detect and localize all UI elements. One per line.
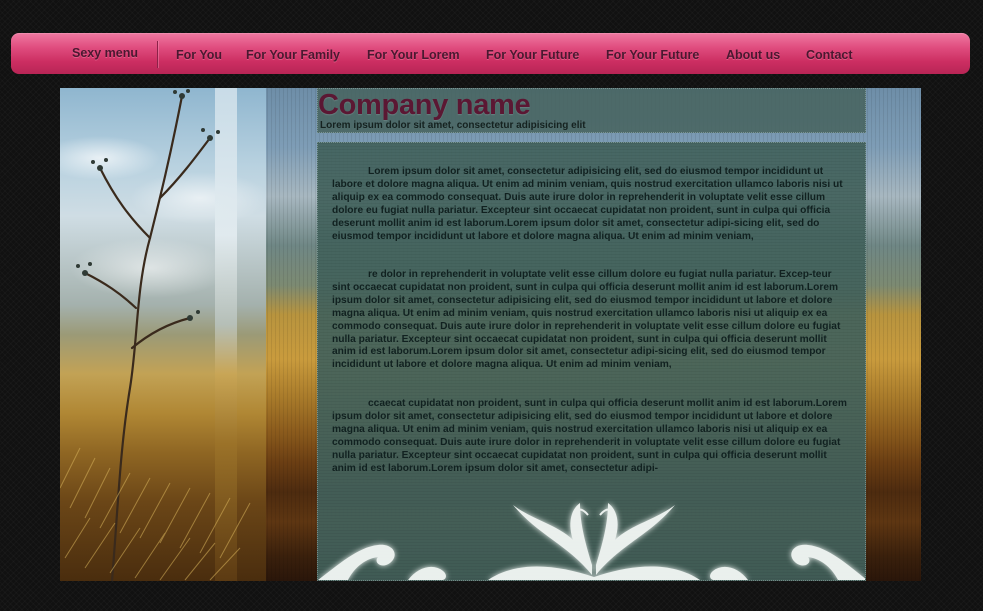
company-header: Company name Lorem ipsum dolor sit amet,… xyxy=(317,88,866,133)
nav-item-contact[interactable]: Contact xyxy=(806,48,853,62)
nav-item-for-your-future-2[interactable]: For Your Future xyxy=(606,48,699,62)
content-paragraph-1: Lorem ipsum dolor sit amet, consectetur … xyxy=(332,166,843,242)
content-panel: Lorem ipsum dolor sit amet, consectetur … xyxy=(317,142,866,581)
nav-item-for-your-future[interactable]: For Your Future xyxy=(486,48,579,62)
main-navigation: Sexy menu For You For Your Family For Yo… xyxy=(11,33,970,74)
field-photo xyxy=(60,88,266,581)
nav-item-for-your-family[interactable]: For Your Family xyxy=(246,48,340,62)
brand-logo[interactable]: Sexy menu xyxy=(72,46,138,60)
butterfly-icon xyxy=(318,503,865,580)
nav-item-about-us[interactable]: About us xyxy=(726,48,780,62)
company-name: Company name xyxy=(318,89,531,121)
content-paragraph-2: re dolor in reprehenderit in voluptate v… xyxy=(332,269,841,371)
company-slogan: Lorem ipsum dolor sit amet, consectetur … xyxy=(320,120,586,131)
nav-item-for-your-lorem[interactable]: For Your Lorem xyxy=(367,48,460,62)
content-paragraph-3: ccaecat cupidatat non proident, sunt in … xyxy=(332,398,847,474)
nav-item-for-you[interactable]: For You xyxy=(176,48,222,62)
plant-illustration xyxy=(60,89,251,581)
nav-divider xyxy=(157,41,158,68)
